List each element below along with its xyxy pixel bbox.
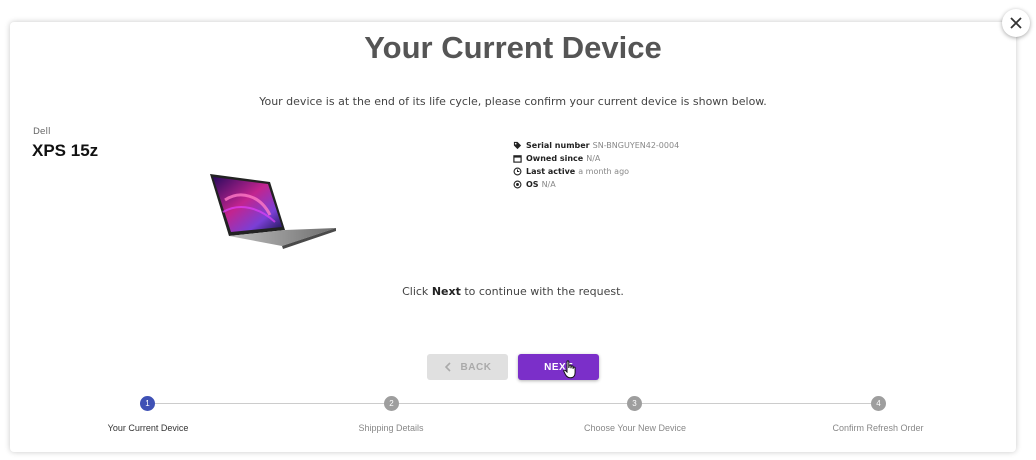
chevron-left-icon bbox=[444, 362, 451, 372]
step-1-indicator: 1 bbox=[140, 396, 155, 411]
step-number: 4 bbox=[876, 399, 881, 408]
spec-value: SN-BNGUYEN42-0004 bbox=[592, 141, 680, 150]
step-1-label: Your Current Device bbox=[107, 423, 189, 433]
device-brand: Dell bbox=[33, 127, 51, 137]
spec-value: a month ago bbox=[578, 167, 630, 176]
spec-value: N/A bbox=[541, 180, 556, 189]
spec-owned-since: Owned since N/A bbox=[513, 152, 679, 165]
step-number: 3 bbox=[632, 399, 637, 408]
step-number: 1 bbox=[145, 399, 150, 408]
device-specs: Serial number SN-BNGUYEN42-0004 Owned si… bbox=[513, 139, 679, 191]
device-model: XPS 15z bbox=[32, 141, 99, 160]
step-3-indicator: 3 bbox=[627, 396, 642, 411]
spec-label: Serial number bbox=[526, 141, 590, 150]
intro-message: Your device is at the end of its life cy… bbox=[259, 95, 767, 108]
step-number: 2 bbox=[389, 399, 394, 408]
spec-os: OS N/A bbox=[513, 178, 679, 191]
step-2-indicator: 2 bbox=[384, 396, 399, 411]
hand-pointer-icon bbox=[563, 360, 576, 379]
os-icon bbox=[513, 180, 522, 189]
spec-label: Last active bbox=[526, 167, 576, 176]
spec-last-active: Last active a month ago bbox=[513, 165, 679, 178]
back-button-label: BACK bbox=[460, 361, 492, 373]
back-button[interactable]: BACK bbox=[427, 354, 508, 380]
clock-icon bbox=[513, 167, 522, 176]
next-button[interactable]: NEXT bbox=[518, 354, 599, 380]
stepper-connector bbox=[642, 403, 871, 404]
spec-label: OS bbox=[526, 180, 539, 189]
step-4-label: Confirm Refresh Order bbox=[832, 423, 924, 433]
step-2-label: Shipping Details bbox=[358, 423, 424, 433]
instruction-suffix: to continue with the request. bbox=[464, 285, 624, 298]
stepper-connector bbox=[398, 403, 627, 404]
instruction-text: Click Next to continue with the request. bbox=[0, 285, 1026, 298]
stepper-connector bbox=[155, 403, 384, 404]
step-4-indicator: 4 bbox=[871, 396, 886, 411]
laptop-image bbox=[210, 174, 336, 249]
spec-label: Owned since bbox=[526, 154, 584, 163]
tag-icon bbox=[513, 141, 522, 150]
instruction-keyword: Next bbox=[431, 285, 461, 298]
instruction-prefix: Click bbox=[402, 285, 429, 298]
page-title: Your Current Device bbox=[364, 30, 662, 65]
dialog-panel bbox=[10, 22, 1016, 452]
calendar-icon bbox=[513, 154, 522, 163]
step-3-label: Choose Your New Device bbox=[583, 423, 687, 433]
spec-value: N/A bbox=[586, 154, 601, 163]
close-icon bbox=[1010, 17, 1022, 29]
spec-serial-number: Serial number SN-BNGUYEN42-0004 bbox=[513, 139, 679, 152]
